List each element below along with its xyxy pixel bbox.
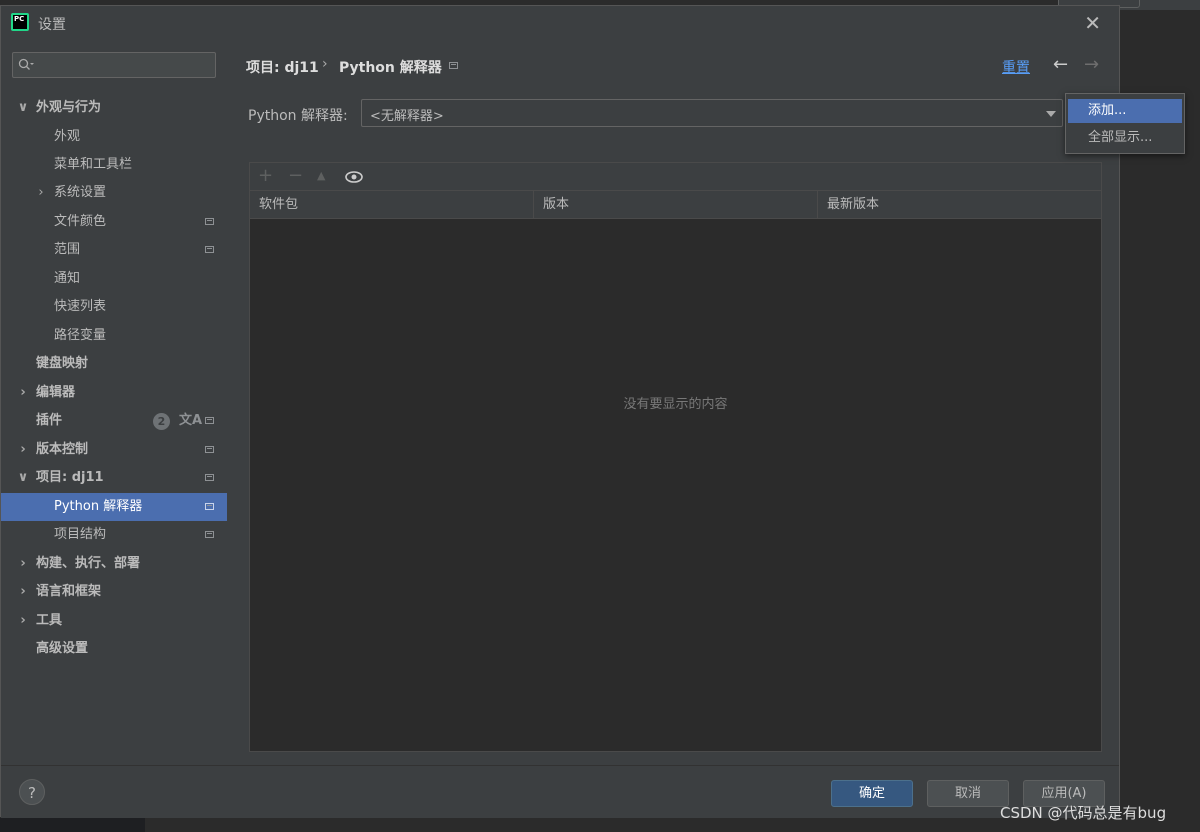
add-interpreter-dropdown: 添加... 全部显示...	[1065, 93, 1185, 154]
chevron-right-icon: ›	[20, 385, 26, 400]
settings-dialog: PC 设置 ✕ ∨ 外观与行为 外观 菜单和工具栏 › 系统设置 文件颜色 范围…	[0, 5, 1120, 818]
breadcrumb-separator: ›	[322, 56, 328, 72]
sidebar-item-tools[interactable]: › 工具	[1, 607, 227, 635]
chevron-right-icon: ›	[20, 613, 26, 628]
sidebar-item-appearance-behavior[interactable]: ∨ 外观与行为	[1, 94, 227, 122]
interpreter-select[interactable]: <无解释器>	[361, 99, 1063, 127]
back-arrow-icon[interactable]: ←	[1053, 54, 1068, 75]
column-header-version[interactable]: 版本	[534, 191, 818, 218]
sidebar-item-label: 键盘映射	[36, 356, 89, 371]
sidebar-item-plugins[interactable]: 插件 2 文A	[1, 407, 227, 435]
packages-panel: + − ▲ 软件包 版本 最新版本 没有要显示的内容	[249, 162, 1102, 752]
column-header-package[interactable]: 软件包	[250, 191, 534, 218]
sidebar-item-label: 外观	[54, 129, 81, 144]
sidebar-item-label: 快速列表	[54, 299, 107, 314]
sidebar-item-label: 通知	[54, 271, 81, 286]
background-statusbar	[0, 818, 145, 832]
packages-toolbar: + − ▲	[250, 163, 1101, 191]
ok-button[interactable]: 确定	[831, 780, 913, 807]
chevron-right-icon: ›	[20, 556, 26, 571]
sidebar-item-label: 文件颜色	[54, 214, 107, 229]
reset-link[interactable]: 重置	[1002, 57, 1030, 77]
sidebar-item-label: 项目: dj11	[36, 470, 104, 485]
sidebar-item-scopes[interactable]: 范围	[1, 236, 227, 264]
column-header-latest-version[interactable]: 最新版本	[818, 191, 1101, 218]
pycharm-logo-icon: PC	[11, 13, 29, 31]
title-bar: PC 设置 ✕	[1, 6, 1119, 40]
forward-arrow-icon: →	[1084, 54, 1100, 75]
close-button[interactable]: ✕	[1084, 11, 1101, 35]
breadcrumb-project[interactable]: 项目: dj11	[246, 57, 319, 77]
sidebar-item-editor[interactable]: › 编辑器	[1, 379, 227, 407]
chevron-down-icon: ∨	[17, 100, 29, 115]
sidebar-item-keymap[interactable]: 键盘映射	[1, 350, 227, 378]
sidebar-item-label: 外观与行为	[36, 100, 102, 115]
sidebar-item-quick-lists[interactable]: 快速列表	[1, 293, 227, 321]
sidebar-item-label: 编辑器	[36, 385, 76, 400]
sidebar-item-label: 版本控制	[36, 442, 89, 457]
sidebar-item-project-structure[interactable]: 项目结构	[1, 521, 227, 549]
translate-icon: 文A	[179, 413, 203, 428]
sidebar-item-build-execution-deployment[interactable]: › 构建、执行、部署	[1, 550, 227, 578]
eye-icon[interactable]	[345, 170, 363, 184]
sidebar-item-appearance[interactable]: 外观	[1, 123, 227, 151]
sidebar-item-advanced-settings[interactable]: 高级设置	[1, 635, 227, 663]
settings-sidebar: ∨ 外观与行为 外观 菜单和工具栏 › 系统设置 文件颜色 范围 通知 快速列表…	[1, 40, 227, 765]
watermark: CSDN @代码总是有bug	[1000, 804, 1167, 822]
sidebar-item-label: 路径变量	[54, 328, 107, 343]
project-scope-icon	[205, 531, 214, 538]
sidebar-item-languages-frameworks[interactable]: › 语言和框架	[1, 578, 227, 606]
empty-state-text: 没有要显示的内容	[623, 397, 728, 412]
search-icon	[18, 58, 34, 70]
dropdown-item-add[interactable]: 添加...	[1068, 99, 1182, 123]
sidebar-item-label: 工具	[36, 613, 63, 628]
project-scope-icon	[449, 62, 458, 69]
sidebar-item-notifications[interactable]: 通知	[1, 265, 227, 293]
chevron-right-icon: ›	[38, 185, 44, 200]
project-scope-icon	[205, 218, 214, 225]
sidebar-item-label: 插件	[36, 413, 63, 428]
sidebar-item-label: 范围	[54, 242, 81, 257]
add-icon[interactable]: +	[258, 166, 273, 186]
remove-icon[interactable]: −	[288, 166, 303, 186]
sidebar-item-label: 项目结构	[54, 527, 107, 542]
dropdown-arrow-icon	[1046, 111, 1056, 117]
plugin-update-badge: 2	[153, 413, 170, 430]
sidebar-item-version-control[interactable]: › 版本控制	[1, 436, 227, 464]
help-button[interactable]: ?	[19, 779, 45, 805]
settings-content: 项目: dj11 › Python 解释器 重置 ← → Python 解释器:…	[227, 40, 1119, 765]
project-scope-icon	[205, 417, 214, 424]
interpreter-value: <无解释器>	[370, 109, 444, 124]
project-scope-icon	[205, 446, 214, 453]
cancel-button[interactable]: 取消	[927, 780, 1009, 807]
search-input[interactable]	[12, 52, 216, 78]
page-title: Python 解释器	[339, 60, 442, 76]
chevron-right-icon: ›	[20, 584, 26, 599]
interpreter-label: Python 解释器:	[248, 108, 348, 124]
sidebar-item-label: 构建、执行、部署	[36, 556, 141, 571]
sidebar-item-system-settings[interactable]: › 系统设置	[1, 179, 227, 207]
packages-table-header: 软件包 版本 最新版本	[250, 191, 1101, 219]
project-scope-icon	[205, 503, 214, 510]
background-window-strip	[1058, 0, 1200, 10]
dropdown-item-show-all[interactable]: 全部显示...	[1068, 126, 1182, 150]
chevron-down-icon: ∨	[17, 470, 29, 485]
dialog-title: 设置	[38, 17, 66, 33]
sidebar-item-label: Python 解释器	[54, 499, 143, 514]
project-scope-icon	[205, 474, 214, 481]
sidebar-item-python-interpreter[interactable]: Python 解释器	[1, 493, 227, 521]
sidebar-item-project[interactable]: ∨ 项目: dj11	[1, 464, 227, 492]
sidebar-item-path-variables[interactable]: 路径变量	[1, 322, 227, 350]
upgrade-icon[interactable]: ▲	[317, 166, 325, 186]
sidebar-item-menus-toolbars[interactable]: 菜单和工具栏	[1, 151, 227, 179]
sidebar-item-label: 菜单和工具栏	[54, 157, 133, 172]
project-scope-icon	[205, 246, 214, 253]
sidebar-item-label: 系统设置	[54, 185, 107, 200]
sidebar-item-label: 高级设置	[36, 641, 89, 656]
sidebar-item-file-colors[interactable]: 文件颜色	[1, 208, 227, 236]
chevron-right-icon: ›	[20, 442, 26, 457]
dialog-footer: ? 确定 取消 应用(A)	[1, 765, 1119, 818]
sidebar-item-label: 语言和框架	[36, 584, 102, 599]
